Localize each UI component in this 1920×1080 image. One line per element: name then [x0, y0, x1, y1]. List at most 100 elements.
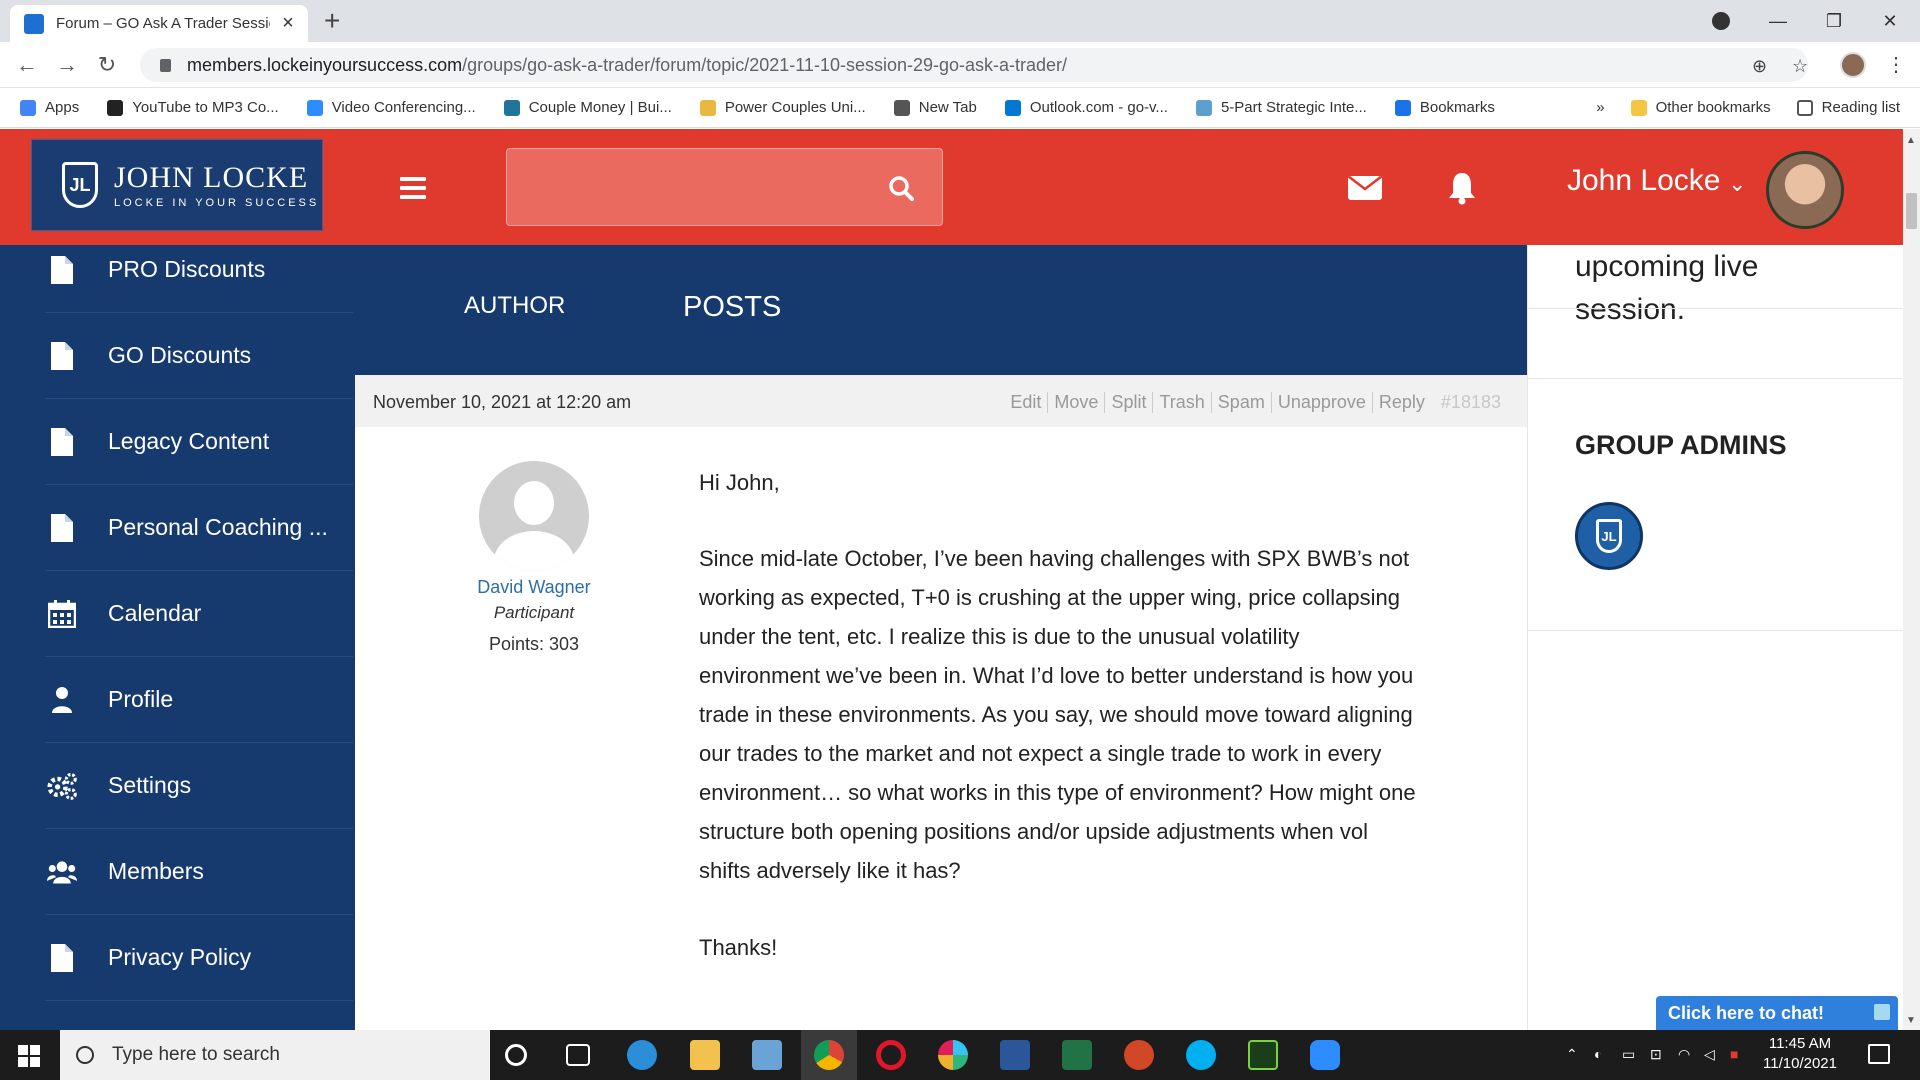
network-status-icon[interactable]: ⊡: [1650, 1046, 1662, 1063]
sidebar-item-privacy-policy[interactable]: Privacy Policy: [45, 915, 353, 1001]
tray-chevron-icon[interactable]: ⌃: [1566, 1046, 1578, 1063]
bookmark-item[interactable]: Couple Money | Bui...: [503, 99, 672, 116]
author-role: Participant: [493, 603, 575, 622]
sidebar-item-settings[interactable]: Settings: [45, 743, 353, 829]
app-green-icon[interactable]: [1248, 1040, 1278, 1070]
chat-button[interactable]: Click here to chat!: [1656, 996, 1898, 1030]
address-bar[interactable]: members.lockeinyoursuccess.com/groups/go…: [140, 48, 1808, 82]
skype-icon[interactable]: [1186, 1040, 1216, 1070]
sidebar-item-members[interactable]: Members: [45, 829, 353, 915]
trash-link[interactable]: Trash: [1152, 392, 1210, 413]
task-view-icon[interactable]: [566, 1044, 590, 1066]
site-search-input[interactable]: [506, 148, 943, 226]
site-logo[interactable]: JL JOHN LOCKE LOCKE IN YOUR SUCCESS: [31, 139, 323, 231]
browser-menu-icon[interactable]: ⋮: [1886, 52, 1906, 77]
chrome-icon[interactable]: [814, 1040, 844, 1070]
bookmarks-bar: Apps YouTube to MP3 Co... Video Conferenci…: [0, 88, 1920, 128]
bookmark-favicon-icon: [503, 99, 520, 116]
cortana-icon[interactable]: [505, 1044, 527, 1066]
tray-app-icon[interactable]: ◐: [1594, 1046, 1602, 1062]
reload-icon[interactable]: ↻: [90, 48, 124, 82]
new-tab-icon[interactable]: +: [324, 7, 340, 35]
bookmark-item[interactable]: Video Conferencing...: [306, 99, 476, 116]
hamburger-menu-icon[interactable]: [400, 177, 426, 199]
user-avatar[interactable]: [1766, 151, 1844, 229]
right-sidebar: upcoming live session. GROUP ADMINS JL: [1527, 245, 1904, 1030]
sidebar-item-go-discounts[interactable]: GO Discounts: [45, 313, 353, 399]
zoom-icon[interactable]: ⊕: [1752, 56, 1767, 77]
profile-dropdown-icon[interactable]: [1712, 12, 1730, 30]
volume-icon[interactable]: ◁: [1704, 1046, 1715, 1063]
scroll-down-icon[interactable]: ▼: [1906, 1015, 1916, 1026]
close-window-icon[interactable]: ✕: [1862, 0, 1918, 42]
sidebar-item-label: Settings: [108, 772, 192, 798]
restore-icon[interactable]: ❐: [1806, 0, 1862, 42]
slack-icon[interactable]: [938, 1040, 968, 1070]
gears-icon: [47, 771, 77, 801]
wifi-icon[interactable]: ◠: [1678, 1046, 1690, 1063]
edit-link[interactable]: Edit: [1004, 392, 1047, 413]
forward-icon[interactable]: →: [50, 48, 84, 82]
opera-icon[interactable]: [876, 1040, 906, 1070]
page-scrollbar[interactable]: ▲ ▼: [1903, 129, 1920, 1030]
browser-toolbar: ← → ↻ members.lockeinyoursuccess.com/gro…: [0, 42, 1920, 88]
bookmark-item[interactable]: Apps: [20, 99, 79, 116]
tray-alert-icon[interactable]: ■: [1730, 1046, 1738, 1062]
bookmark-star-icon[interactable]: ☆: [1792, 56, 1808, 77]
reply-link[interactable]: Reply: [1371, 392, 1431, 413]
move-link[interactable]: Move: [1047, 392, 1104, 413]
author-column-header: AUTHOR: [464, 292, 566, 319]
back-icon[interactable]: ←: [10, 48, 44, 82]
minimize-icon[interactable]: —: [1750, 0, 1806, 42]
taskbar-search-input[interactable]: Type here to search: [60, 1030, 490, 1080]
scroll-up-icon[interactable]: ▲: [1906, 135, 1916, 146]
chat-expand-icon[interactable]: [1874, 1004, 1890, 1020]
sidebar-item-calendar[interactable]: Calendar: [45, 571, 353, 657]
unapprove-link[interactable]: Unapprove: [1270, 392, 1372, 413]
reading-list[interactable]: Reading list: [1796, 99, 1900, 116]
file-explorer-icon[interactable]: [690, 1040, 720, 1070]
app-icon[interactable]: [752, 1040, 782, 1070]
edge-icon[interactable]: [627, 1040, 657, 1070]
bookmark-item[interactable]: YouTube to MP3 Co...: [107, 99, 279, 116]
chevron-down-icon[interactable]: ⌄: [1728, 171, 1746, 197]
more-bookmarks-icon[interactable]: »: [1596, 99, 1604, 116]
user-name[interactable]: John Locke: [1567, 164, 1720, 198]
search-icon[interactable]: [888, 175, 914, 201]
group-admin-avatar[interactable]: JL: [1575, 502, 1643, 570]
document-icon: [47, 943, 77, 973]
battery-icon[interactable]: ▭: [1622, 1046, 1635, 1063]
sidebar-item-legacy-content[interactable]: Legacy Content: [45, 399, 353, 485]
zoom-app-icon[interactable]: [1310, 1040, 1340, 1070]
author-name-link[interactable]: David Wagner: [395, 577, 673, 598]
notification-center-icon[interactable]: [1868, 1044, 1890, 1064]
spam-link[interactable]: Spam: [1210, 392, 1271, 413]
windows-start-icon[interactable]: [18, 1045, 40, 1067]
bookmark-item[interactable]: 5-Part Strategic Inte...: [1195, 99, 1367, 116]
clock[interactable]: 11:45 AM 11/10/2021: [1760, 1034, 1840, 1074]
word-icon[interactable]: [1000, 1040, 1030, 1070]
post-id-link[interactable]: #18183: [1431, 392, 1507, 413]
browser-tab[interactable]: Forum – GO Ask A Trader Session ×: [10, 5, 308, 42]
sidebar-item-profile[interactable]: Profile: [45, 657, 353, 743]
document-icon: [47, 255, 77, 285]
forum-header: AUTHOR POSTS: [355, 245, 1527, 375]
excel-icon[interactable]: [1062, 1040, 1092, 1070]
author-avatar[interactable]: [479, 461, 589, 571]
bookmark-item[interactable]: Outlook.com - go-v...: [1004, 99, 1168, 116]
bookmark-favicon-icon: [699, 99, 716, 116]
split-link[interactable]: Split: [1104, 392, 1152, 413]
powerpoint-icon[interactable]: [1124, 1040, 1154, 1070]
bookmark-item[interactable]: New Tab: [893, 99, 977, 116]
bookmark-item[interactable]: Bookmarks: [1394, 99, 1495, 116]
scroll-thumb[interactable]: [1906, 193, 1917, 229]
sidebar-item-pro-discounts[interactable]: PRO Discounts: [45, 227, 353, 313]
other-bookmarks[interactable]: Other bookmarks: [1630, 99, 1771, 116]
browser-profile-avatar[interactable]: [1840, 52, 1866, 78]
sidebar-item-personal-coaching[interactable]: Personal Coaching ...: [45, 485, 353, 571]
messages-icon[interactable]: [1348, 176, 1382, 200]
notifications-bell-icon[interactable]: [1448, 171, 1476, 205]
close-tab-icon[interactable]: ×: [278, 12, 298, 35]
bookmark-item[interactable]: Power Couples Uni...: [699, 99, 866, 116]
sidebar-nav: PRO Discounts GO Discounts Legacy Content P…: [0, 245, 355, 1030]
